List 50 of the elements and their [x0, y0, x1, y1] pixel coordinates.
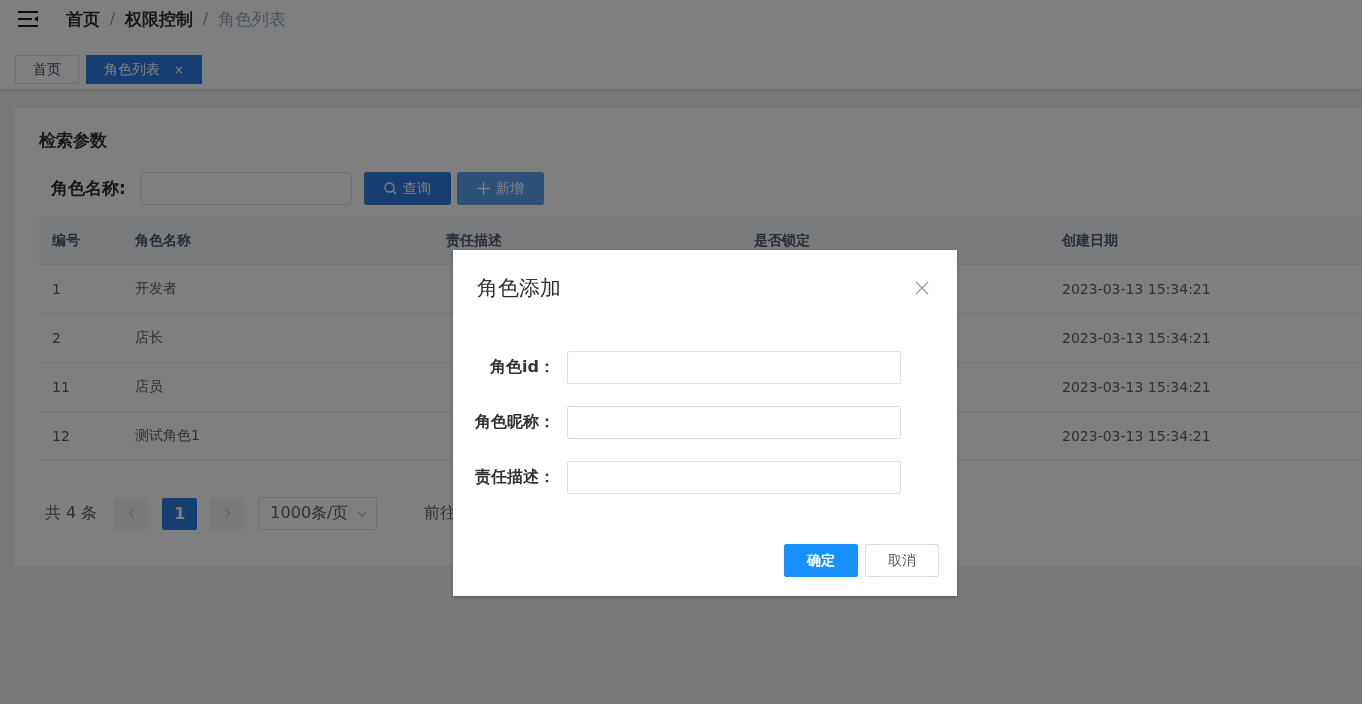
cancel-button[interactable]: 取消	[865, 544, 939, 577]
table-cell-text: 2023-03-13 15:34:21	[1061, 281, 1212, 297]
breadcrumb-separator: /	[110, 10, 116, 28]
page-tab[interactable]: 角色列表 ×	[86, 55, 203, 84]
input-field[interactable]	[567, 461, 901, 494]
table-cell-text: 11	[51, 379, 71, 395]
close-icon[interactable]	[915, 281, 929, 295]
table-cell-text: 2023-03-13 15:34:21	[1061, 428, 1212, 444]
section-title: 检索参数	[39, 129, 108, 152]
menu-icon[interactable]	[18, 10, 38, 28]
column-header: 是否锁定	[753, 231, 811, 250]
column-header: 编号	[51, 231, 81, 250]
plus-icon	[477, 182, 490, 195]
field-label: 角色昵称：	[474, 412, 556, 433]
breadcrumb-separator: /	[203, 10, 209, 28]
column-header: 创建日期	[1061, 231, 1119, 250]
page-tab[interactable]: 首页	[15, 55, 79, 84]
table-cell-text: 2023-03-13 15:34:21	[1061, 330, 1212, 346]
close-icon[interactable]: ×	[174, 62, 185, 77]
tab-label: 角色列表	[104, 60, 160, 79]
field-label: 角色id：	[489, 357, 556, 378]
input-field[interactable]	[567, 351, 901, 384]
table-cell-text: 1	[51, 281, 62, 297]
chevron-left-icon	[128, 508, 136, 519]
table-cell-text: 店员	[134, 378, 164, 396]
breadcrumb-link[interactable]: 首页	[66, 7, 100, 31]
table-cell-text: 开发者	[134, 280, 178, 298]
total-count: 共 4 条	[45, 503, 98, 524]
confirm-button[interactable]: 确定	[784, 544, 858, 577]
chevron-down-icon	[357, 510, 368, 517]
page-size-select[interactable]: 1000条/页	[258, 497, 378, 530]
dialog-title: 角色添加	[477, 275, 561, 302]
table-cell-text: 店长	[134, 329, 164, 347]
column-header: 角色名称	[134, 231, 192, 250]
input-field[interactable]	[567, 406, 901, 439]
chevron-right-icon	[224, 508, 232, 519]
add-button[interactable]: 新增	[457, 172, 544, 205]
search-icon	[384, 182, 397, 195]
column-header: 责任描述	[445, 231, 503, 250]
field-label: 角色名称:	[51, 177, 127, 200]
breadcrumb-link[interactable]: 权限控制	[125, 7, 194, 31]
table-cell-text: 2023-03-13 15:34:21	[1061, 379, 1212, 395]
search-button[interactable]: 查询	[364, 172, 451, 205]
field-label: 责任描述：	[474, 467, 556, 488]
table-cell-text: 12	[51, 428, 71, 444]
table-cell-text: 2	[51, 330, 62, 346]
tab-label: 首页	[33, 60, 61, 79]
table-cell-text: 测试角色1	[134, 427, 201, 445]
page-button[interactable]: 1	[162, 497, 198, 530]
jump-label: 前往	[424, 503, 457, 524]
